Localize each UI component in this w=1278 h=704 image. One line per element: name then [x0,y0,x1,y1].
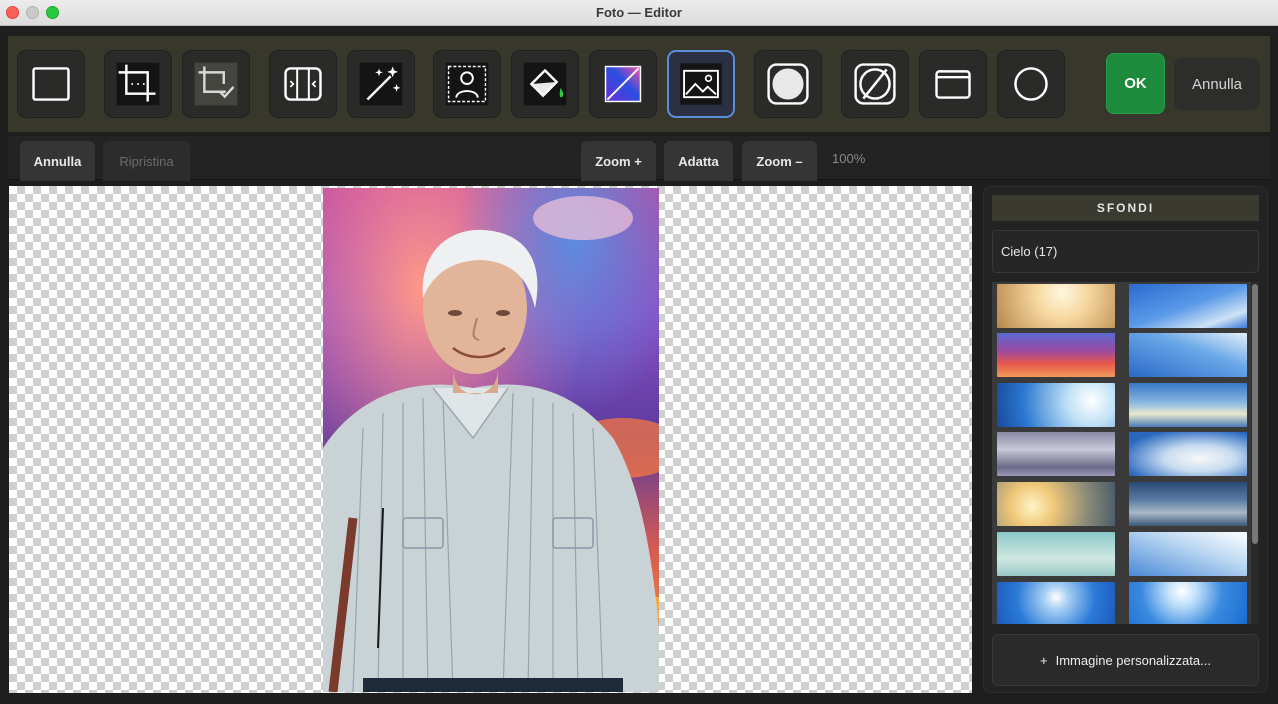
fill-tool-button[interactable] [511,50,579,118]
frame-tool-button[interactable] [17,50,85,118]
portrait-select-tool-button[interactable] [433,50,501,118]
zoom-out-button[interactable]: Zoom – [742,141,817,181]
toolbar: OK Annulla [8,36,1270,132]
ok-button[interactable]: OK [1106,53,1165,114]
magic-wand-icon [359,62,403,106]
add-custom-image-button[interactable]: + Immagine personalizzata... [992,634,1259,686]
straighten-icon [284,67,322,101]
thumbnail-pink-purple-clouds[interactable] [997,333,1115,377]
custom-image-label: Immagine personalizzata... [1055,652,1211,668]
plus-icon: + [1040,652,1048,668]
window-frame-tool-button[interactable] [919,50,987,118]
circle-tool-button[interactable] [997,50,1065,118]
title-bar: Foto — Editor [0,0,1278,26]
image-canvas[interactable] [9,186,972,693]
cancel-button[interactable]: Annulla [1174,58,1260,110]
crop-confirm-tool-button[interactable] [182,50,250,118]
thumbnail-teal-haze[interactable] [997,532,1115,576]
thumbnail-sun-burst-blue[interactable] [1129,582,1247,624]
edit-bar: Annulla Ripristina Zoom + Adatta Zoom – … [8,136,1270,181]
portrait-with-sky-background [323,188,659,692]
redo-button[interactable]: Ripristina [103,141,190,181]
window-title: Foto — Editor [596,5,682,20]
paint-bucket-icon [523,62,567,106]
category-selector[interactable]: Cielo (17) [992,230,1259,273]
crop-tool-button[interactable] [104,50,172,118]
thumbnail-sun-blue[interactable] [997,582,1115,624]
thumbnail-cumulus-blue[interactable] [1129,432,1247,476]
circle-outline-icon [1014,67,1048,101]
image-icon [680,63,722,105]
filled-circle-icon [767,63,809,105]
white-fill-tool-button[interactable] [754,50,822,118]
scrollbar-thumb[interactable] [1252,284,1258,544]
gradient-tool-button[interactable] [589,50,657,118]
thumbnail-cloudy-blue[interactable] [1129,383,1247,427]
magic-enhance-tool-button[interactable] [347,50,415,118]
transparent-tool-button[interactable] [841,50,909,118]
background-image-tool-button[interactable] [667,50,735,118]
panel-title: SFONDI [992,195,1259,221]
thumbnail-scrollbar[interactable] [1251,282,1259,624]
thumbnail-sunset-gold[interactable] [997,284,1115,328]
square-outline-icon [32,67,70,101]
thumbnail-golden-clouds[interactable] [997,482,1115,526]
backgrounds-panel: SFONDI Cielo (17) + Immagine personalizz… [983,186,1268,693]
undo-button[interactable]: Annulla [20,141,95,181]
thumbnail-grey-clouds[interactable] [997,432,1115,476]
no-fill-icon [854,63,896,105]
thumbnail-grid [992,282,1252,624]
straighten-tool-button[interactable] [269,50,337,118]
thumbnail-sun-rays-blue[interactable] [997,383,1115,427]
person-select-icon [445,62,489,106]
zoom-in-button[interactable]: Zoom + [581,141,656,181]
editor-window: Foto — Editor OK Annulla Annulla Riprist… [0,0,1278,704]
crop-icon [116,62,160,106]
zoom-level: 100% [832,151,866,166]
gradient-icon [604,65,642,103]
edited-photo[interactable] [323,188,659,692]
window-frame-icon [935,70,971,99]
thumbnail-dark-blue-clouds[interactable] [1129,482,1247,526]
crop-check-icon [194,62,238,106]
thumbnail-blue-sky-clouds[interactable] [1129,284,1247,328]
thumbnail-blue-sky-light[interactable] [1129,333,1247,377]
fit-button[interactable]: Adatta [664,141,733,181]
thumbnail-pale-blue-wisp[interactable] [1129,532,1247,576]
